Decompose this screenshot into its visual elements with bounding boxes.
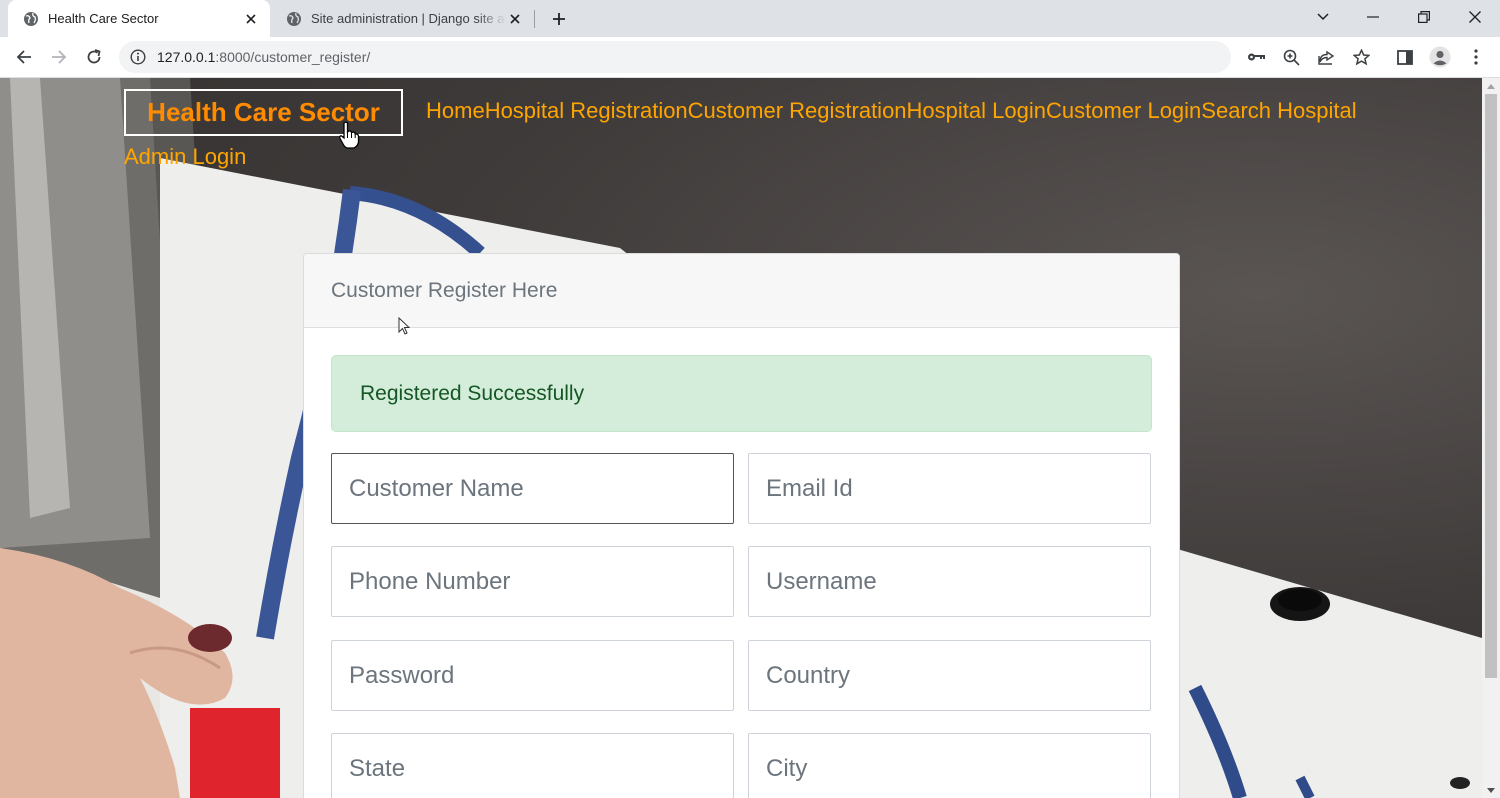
city-input[interactable] xyxy=(748,733,1151,798)
new-tab-button[interactable] xyxy=(546,6,572,32)
plus-icon xyxy=(553,13,565,25)
password-key-button[interactable] xyxy=(1242,43,1270,71)
info-icon[interactable] xyxy=(129,48,147,66)
url-host: 127.0.0.1 xyxy=(157,49,216,65)
address-bar[interactable]: 127.0.0.1:8000/customer_register/ xyxy=(119,41,1231,73)
tab-site-administration[interactable]: Site administration | Django site admin xyxy=(272,0,534,37)
back-button[interactable] xyxy=(10,43,38,71)
close-tab-icon[interactable] xyxy=(506,10,524,28)
reload-icon xyxy=(87,49,101,64)
close-icon xyxy=(1469,10,1481,23)
restore-button[interactable] xyxy=(1401,0,1447,33)
page-scrollbar[interactable] xyxy=(1482,78,1500,798)
side-panel-button[interactable] xyxy=(1391,43,1419,71)
url-path: :8000/customer_register/ xyxy=(215,49,371,65)
minimize-icon xyxy=(1367,15,1379,18)
globe-icon xyxy=(287,11,301,26)
globe-icon xyxy=(24,11,38,26)
share-button[interactable] xyxy=(1312,43,1340,71)
close-tab-icon[interactable] xyxy=(242,10,260,28)
customer-register-card: Customer Register Here Registered Succes… xyxy=(303,253,1180,798)
tab-health-care-sector[interactable]: Health Care Sector xyxy=(8,0,270,37)
profile-button[interactable] xyxy=(1426,43,1454,71)
success-alert: Registered Successfully xyxy=(331,355,1152,432)
more-vertical-icon xyxy=(1474,49,1478,65)
arrow-right-icon xyxy=(52,50,67,64)
site-nav: Home Hospital Registration Customer Regi… xyxy=(426,98,1357,124)
chevron-down-icon xyxy=(1317,12,1329,20)
url-text: 127.0.0.1:8000/customer_register/ xyxy=(157,49,370,65)
phone-input[interactable] xyxy=(331,546,734,617)
state-input[interactable] xyxy=(331,733,734,798)
nav-hospital-login[interactable]: Hospital Login xyxy=(907,98,1046,124)
minimize-button[interactable] xyxy=(1350,0,1396,33)
page-viewport: Health Care Sector Home Hospital Registr… xyxy=(0,78,1482,798)
scroll-down-arrow-icon[interactable] xyxy=(1487,788,1495,793)
password-input[interactable] xyxy=(331,640,734,711)
site-brand[interactable]: Health Care Sector xyxy=(124,89,403,136)
share-icon xyxy=(1317,50,1334,65)
nav-hospital-registration[interactable]: Hospital Registration xyxy=(485,98,688,124)
card-header: Customer Register Here xyxy=(304,254,1179,328)
customer-name-input[interactable] xyxy=(331,453,734,524)
success-alert-text: Registered Successfully xyxy=(360,382,585,405)
email-input[interactable] xyxy=(748,453,1151,524)
browser-menu-button[interactable] xyxy=(1462,43,1490,71)
side-panel-icon xyxy=(1397,49,1413,65)
forward-button[interactable] xyxy=(45,43,73,71)
browser-toolbar: 127.0.0.1:8000/customer_register/ xyxy=(0,37,1500,78)
nav-customer-registration[interactable]: Customer Registration xyxy=(688,98,907,124)
arrow-left-icon xyxy=(16,50,31,64)
tab-title: Health Care Sector xyxy=(48,11,159,26)
nav-home[interactable]: Home xyxy=(426,98,485,124)
close-window-button[interactable] xyxy=(1452,0,1498,33)
restore-icon xyxy=(1418,10,1430,23)
scroll-up-arrow-icon[interactable] xyxy=(1487,84,1495,89)
scrollbar-thumb[interactable] xyxy=(1485,94,1497,678)
username-input[interactable] xyxy=(748,546,1151,617)
key-icon xyxy=(1248,53,1265,61)
card-title: Customer Register Here xyxy=(331,279,558,302)
zoom-button[interactable] xyxy=(1277,43,1305,71)
reload-button[interactable] xyxy=(80,43,108,71)
zoom-in-icon xyxy=(1283,49,1300,66)
tab-search-button[interactable] xyxy=(1300,0,1346,33)
star-icon xyxy=(1352,48,1370,65)
country-input[interactable] xyxy=(748,640,1151,711)
tab-title: Site administration | Django site admin xyxy=(311,11,506,26)
browser-tab-strip: Health Care Sector Site administration |… xyxy=(0,0,1500,37)
nav-customer-login[interactable]: Customer Login xyxy=(1046,98,1201,124)
bookmark-button[interactable] xyxy=(1347,43,1375,71)
avatar-icon xyxy=(1429,46,1451,68)
nav-admin-login[interactable]: Admin Login xyxy=(124,144,246,170)
nav-search-hospital[interactable]: Search Hospital xyxy=(1201,98,1356,124)
tab-separator xyxy=(534,10,535,28)
